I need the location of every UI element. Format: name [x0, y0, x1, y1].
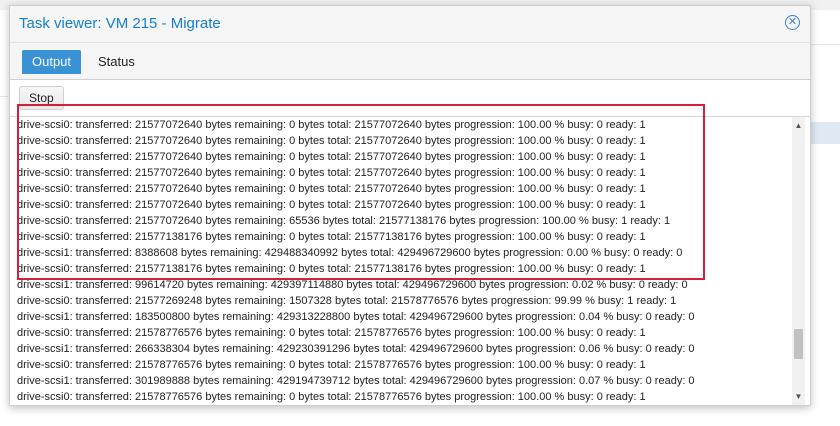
background-selected-row	[806, 122, 840, 144]
log-line: drive-scsi0: transferred: 21577072640 by…	[17, 215, 671, 227]
tab-status[interactable]: Status	[88, 50, 145, 74]
stop-button[interactable]: Stop	[19, 86, 64, 110]
task-log-output: drive-scsi0: transferred: 21577072640 by…	[10, 117, 792, 405]
log-line: drive-scsi0: transferred: 21577072640 by…	[17, 167, 646, 179]
tab-bar: Output Status	[10, 43, 810, 80]
log-line: drive-scsi0: transferred: 21578776576 by…	[17, 391, 646, 403]
log-line: drive-scsi1: transferred: 183500800 byte…	[17, 311, 695, 323]
log-line: drive-scsi0: transferred: 21578776576 by…	[17, 359, 646, 371]
scroll-up-arrow-icon[interactable]: ▲	[794, 121, 803, 130]
log-line: drive-scsi1: transferred: 99614720 bytes…	[17, 279, 688, 291]
log-line: drive-scsi0: transferred: 21577072640 by…	[17, 151, 646, 163]
tab-output[interactable]: Output	[22, 50, 82, 74]
dialog-titlebar: Task viewer: VM 215 - Migrate ✕	[10, 6, 810, 43]
log-line: drive-scsi0: transferred: 21577138176 by…	[17, 263, 646, 275]
log-line: drive-scsi1: transferred: 8388608 bytes …	[17, 247, 683, 259]
log-line: drive-scsi0: transferred: 21577072640 by…	[17, 135, 646, 147]
log-line: drive-scsi0: transferred: 21577269248 by…	[17, 295, 677, 307]
close-icon[interactable]: ✕	[785, 15, 800, 30]
task-viewer-dialog: Task viewer: VM 215 - Migrate ✕ Output S…	[9, 5, 811, 406]
log-line: drive-scsi0: transferred: 21577072640 by…	[17, 199, 646, 211]
dialog-title: Task viewer: VM 215 - Migrate	[19, 15, 221, 32]
background-divider	[806, 44, 840, 45]
background-divider-left	[0, 96, 8, 97]
toolbar: Stop	[10, 80, 810, 117]
log-line: drive-scsi0: transferred: 21577072640 by…	[17, 183, 646, 195]
log-line: drive-scsi0: transferred: 21577072640 by…	[17, 119, 646, 131]
log-line: drive-scsi0: transferred: 21577138176 by…	[17, 231, 646, 243]
log-line: drive-scsi0: transferred: 21578776576 by…	[17, 327, 646, 339]
log-line: drive-scsi1: transferred: 266338304 byte…	[17, 343, 695, 355]
scroll-down-arrow-icon[interactable]: ▼	[794, 392, 803, 401]
log-line: drive-scsi1: transferred: 301989888 byte…	[17, 375, 695, 387]
log-scrollbar[interactable]: ▲ ▼	[792, 117, 805, 405]
scroll-thumb[interactable]	[794, 329, 803, 359]
